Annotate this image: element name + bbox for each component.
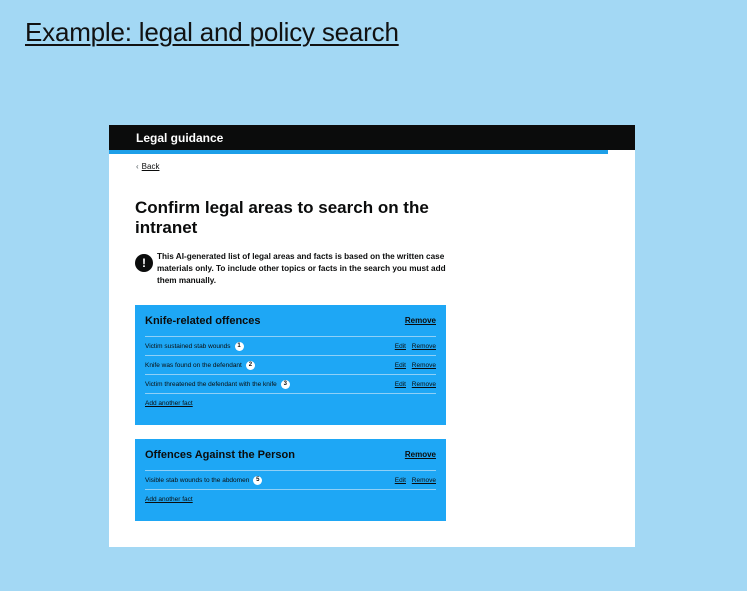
legal-area-header: Knife-related offences Remove bbox=[145, 305, 436, 337]
fact-text: Visible stab wounds to the abdomen bbox=[145, 476, 250, 484]
header-title[interactable]: Legal guidance bbox=[136, 131, 223, 145]
app-header: Legal guidance bbox=[109, 125, 635, 150]
edit-fact-link[interactable]: Edit bbox=[395, 362, 406, 369]
remove-area-link[interactable]: Remove bbox=[405, 450, 436, 459]
remove-fact-link[interactable]: Remove bbox=[412, 343, 436, 350]
back-link[interactable]: Back bbox=[142, 162, 160, 171]
edit-fact-link[interactable]: Edit bbox=[395, 381, 406, 388]
fact-text: Knife was found on the defendant bbox=[145, 361, 242, 369]
edit-fact-link[interactable]: Edit bbox=[395, 343, 406, 350]
fact-number-badge: 1 bbox=[234, 341, 244, 351]
remove-fact-link[interactable]: Remove bbox=[412, 477, 436, 484]
app-screen: Legal guidance ‹ Back Confirm legal areas… bbox=[109, 125, 635, 547]
add-fact-link[interactable]: Add another fact bbox=[145, 490, 436, 509]
add-fact-link[interactable]: Add another fact bbox=[145, 394, 436, 413]
slide-title: Example: legal and policy search bbox=[25, 17, 399, 47]
back-link-wrapper: ‹ Back bbox=[136, 162, 159, 171]
legal-area-title: Knife-related offences bbox=[145, 314, 261, 327]
header-stripe bbox=[109, 150, 608, 154]
warning-icon: ! bbox=[135, 254, 153, 272]
fact-row: Victim threatened the defendant with the… bbox=[145, 375, 436, 394]
fact-number-badge: 5 bbox=[253, 475, 263, 485]
warning-message: This AI-generated list of legal areas an… bbox=[157, 252, 446, 285]
fact-text: Victim threatened the defendant with the… bbox=[145, 380, 277, 388]
remove-fact-link[interactable]: Remove bbox=[412, 362, 436, 369]
fact-row: Visible stab wounds to the abdomen 5 Edi… bbox=[145, 471, 436, 490]
fact-row: Victim sustained stab wounds 1 Edit Remo… bbox=[145, 337, 436, 356]
fact-row: Knife was found on the defendant 2 Edit … bbox=[145, 356, 436, 375]
remove-area-link[interactable]: Remove bbox=[405, 316, 436, 325]
legal-area-title: Offences Against the Person bbox=[145, 448, 295, 461]
warning-text: ! This AI-generated list of legal areas … bbox=[135, 251, 455, 287]
fact-number-badge: 2 bbox=[245, 360, 255, 370]
chevron-left-icon: ‹ bbox=[136, 162, 139, 171]
edit-fact-link[interactable]: Edit bbox=[395, 477, 406, 484]
fact-text: Victim sustained stab wounds bbox=[145, 342, 231, 350]
legal-area-card: Offences Against the Person Remove Visib… bbox=[135, 439, 446, 521]
page-title: Confirm legal areas to search on the int… bbox=[135, 198, 429, 237]
legal-area-card: Knife-related offences Remove Victim sus… bbox=[135, 305, 446, 425]
fact-number-badge: 3 bbox=[280, 379, 290, 389]
remove-fact-link[interactable]: Remove bbox=[412, 381, 436, 388]
legal-area-header: Offences Against the Person Remove bbox=[145, 439, 436, 471]
